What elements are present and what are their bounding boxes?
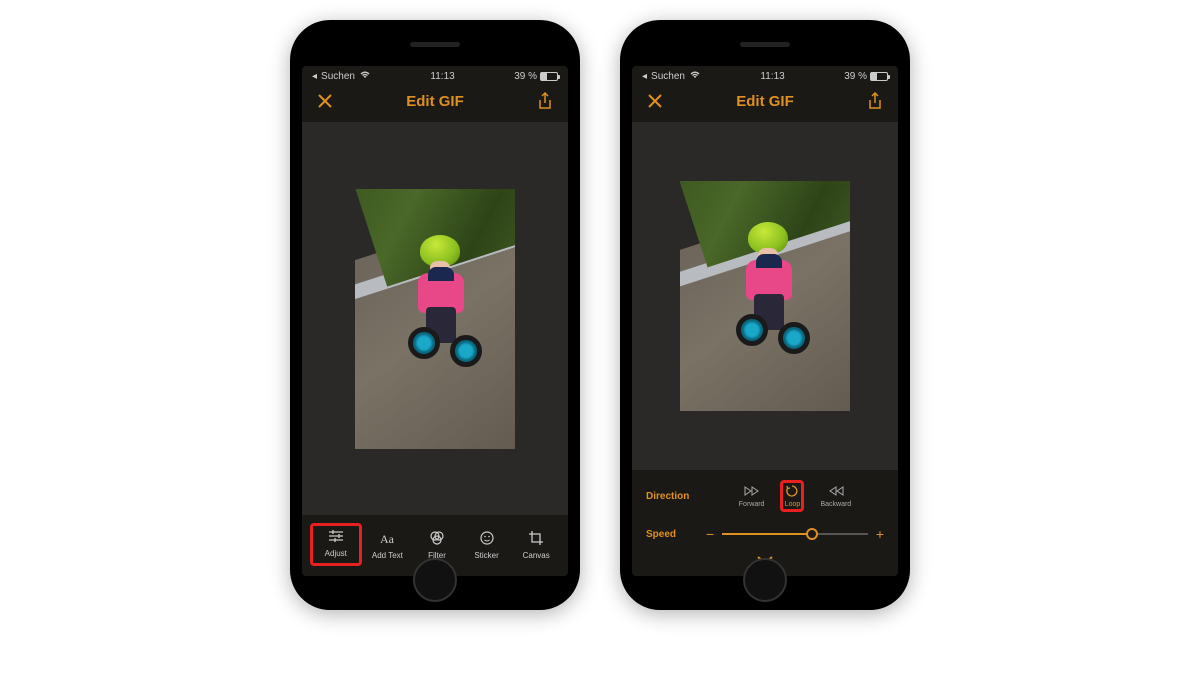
adjust-label: Adjust <box>325 549 347 558</box>
wifi-icon <box>359 70 371 82</box>
canvas-icon <box>527 529 545 547</box>
battery-icon <box>540 72 558 81</box>
header: Edit GIF <box>632 84 898 122</box>
loop-button[interactable]: Loop <box>780 480 804 512</box>
statusbar-back-label: Suchen <box>651 71 685 82</box>
share-button[interactable] <box>864 90 886 112</box>
statusbar-time: 11:13 <box>430 71 454 82</box>
sticker-label: Sticker <box>474 551 498 560</box>
forward-icon <box>744 484 760 498</box>
wifi-icon <box>689 70 701 82</box>
statusbar-battery: 39 % <box>844 71 867 82</box>
direction-row: Direction Forward Loop <box>646 480 884 512</box>
preview-area <box>632 122 898 470</box>
home-button[interactable] <box>743 558 787 602</box>
svg-text:Aa: Aa <box>380 532 395 546</box>
direction-label: Direction <box>646 491 696 502</box>
speed-plus[interactable]: + <box>876 526 884 542</box>
share-button[interactable] <box>534 90 556 112</box>
canvas-button[interactable]: Canvas <box>512 523 560 566</box>
screen: ◂ Suchen 11:13 39 % Edit GIF <box>632 66 898 576</box>
adjust-icon <box>327 527 345 545</box>
phone-mockup-left: ◂ Suchen 11:13 39 % Edit GIF <box>290 20 580 610</box>
battery-icon <box>870 72 888 81</box>
speed-label: Speed <box>646 529 696 540</box>
statusbar-back-label: Suchen <box>321 71 355 82</box>
canvas-label: Canvas <box>523 551 550 560</box>
back-caret-icon: ◂ <box>642 71 647 82</box>
statusbar-battery: 39 % <box>514 71 537 82</box>
add-text-label: Add Text <box>372 551 403 560</box>
page-title: Edit GIF <box>406 93 464 110</box>
slider-thumb[interactable] <box>806 528 818 540</box>
sticker-icon <box>478 529 496 547</box>
preview-area <box>302 122 568 515</box>
home-button[interactable] <box>413 558 457 602</box>
add-text-button[interactable]: Aa Add Text <box>364 523 412 566</box>
header: Edit GIF <box>302 84 568 122</box>
screen: ◂ Suchen 11:13 39 % Edit GIF <box>302 66 568 576</box>
adjust-button[interactable]: Adjust <box>310 523 362 566</box>
phone-mockup-right: ◂ Suchen 11:13 39 % Edit GIF <box>620 20 910 610</box>
status-bar: ◂ Suchen 11:13 39 % <box>632 66 898 84</box>
speed-minus[interactable]: − <box>706 526 714 542</box>
page-title: Edit GIF <box>736 93 794 110</box>
text-icon: Aa <box>378 529 396 547</box>
forward-button[interactable]: Forward <box>731 480 773 512</box>
gif-preview[interactable] <box>680 181 850 411</box>
filter-icon <box>428 529 446 547</box>
backward-label: Backward <box>820 501 851 508</box>
adjust-panel: Direction Forward Loop <box>632 470 898 548</box>
loop-label: Loop <box>785 501 801 508</box>
gif-preview[interactable] <box>355 189 515 449</box>
status-bar: ◂ Suchen 11:13 39 % <box>302 66 568 84</box>
sticker-button[interactable]: Sticker <box>463 523 511 566</box>
backward-button[interactable]: Backward <box>812 480 859 512</box>
loop-icon <box>784 484 800 498</box>
close-button[interactable] <box>314 90 336 112</box>
close-button[interactable] <box>644 90 666 112</box>
statusbar-time: 11:13 <box>760 71 784 82</box>
speed-slider[interactable] <box>722 533 868 535</box>
backward-icon <box>828 484 844 498</box>
speed-row: Speed − + <box>646 526 884 542</box>
back-caret-icon: ◂ <box>312 71 317 82</box>
forward-label: Forward <box>739 501 765 508</box>
